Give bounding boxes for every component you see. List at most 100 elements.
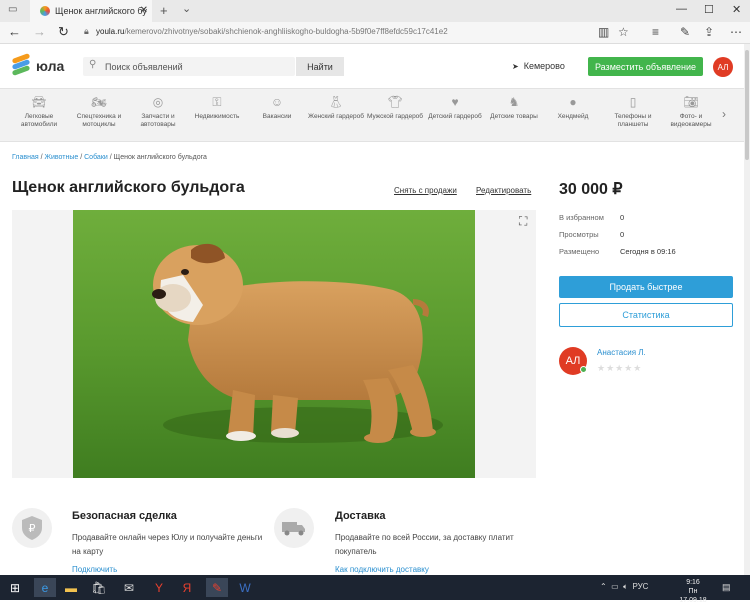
category-cameras[interactable]: 📷︎ Фото- и видеокамеры (662, 95, 720, 129)
svg-text:₽: ₽ (29, 522, 36, 535)
category-cars[interactable]: 🚘︎ Легковые автомобили (10, 95, 68, 129)
listing-photo[interactable] (73, 210, 475, 478)
category-label: Фото- и видеокамеры (670, 113, 712, 128)
safe-deal-link[interactable]: Подключить (72, 565, 117, 574)
file-explorer-icon[interactable]: ▬ (60, 578, 82, 597)
edge-icon[interactable]: e (34, 578, 56, 597)
posted-value: Сегодня в 09:16 (620, 247, 676, 256)
category-kids-clothes[interactable]: ♥ Детский гардероб (426, 95, 484, 121)
safe-deal-icon: ₽ (12, 508, 52, 548)
category-label: Детские товары (490, 113, 538, 120)
location-arrow-icon: ➤ (512, 62, 519, 71)
safe-deal-title: Безопасная сделка (72, 510, 177, 522)
taskbar: ⊞ e ▬ 🛍︎ ✉ Y Я ✎ W ⌃ ▭ 🔈︎ РУС 9:16 Пн 17.… (0, 575, 750, 604)
store-icon[interactable]: 🛍︎ (88, 578, 110, 597)
person-icon: ☺ (270, 95, 284, 109)
windows-start-icon[interactable]: ⊞ (4, 578, 26, 597)
city-selector[interactable]: ➤ Кемерово (512, 61, 565, 71)
rocking-horse-icon: ♞ (508, 95, 520, 109)
tab-list-icon[interactable]: ▭ (8, 4, 17, 15)
motorcycle-icon: 🏍︎ (91, 95, 107, 109)
minimize-icon[interactable]: — (676, 3, 687, 15)
system-tray: ⌃ ▭ 🔈︎ РУС (600, 582, 648, 592)
category-phones[interactable]: ▯ Телефоны и планшеты (604, 95, 662, 129)
favorite-star-icon[interactable]: ☆ (618, 25, 629, 39)
yandex-browser-icon[interactable]: Y (148, 578, 170, 597)
scrollbar-thumb[interactable] (745, 50, 749, 160)
listing-photo-frame (12, 210, 536, 478)
hub-icon[interactable]: ≡ (652, 25, 659, 39)
breadcrumb-dogs[interactable]: Собаки (84, 154, 108, 161)
delivery-link[interactable]: Как подключить доставку (335, 565, 429, 574)
breadcrumb-separator: / (80, 154, 83, 161)
category-label: Детский гардероб (428, 113, 482, 120)
search-input[interactable] (105, 59, 285, 74)
favorites-value: 0 (620, 213, 625, 222)
seller-name[interactable]: Анастасия Л. (597, 348, 646, 357)
category-handmade[interactable]: ● Хендмейд (544, 95, 602, 121)
browser-tab[interactable]: Щенок английского бу ✕ (30, 0, 152, 22)
notes-icon[interactable]: ✎ (680, 25, 690, 39)
close-tab-icon[interactable]: ✕ (140, 5, 148, 16)
category-women-clothes[interactable]: 👗︎ Женский гардероб (307, 95, 365, 121)
chevron-down-icon[interactable]: ⌄ (182, 2, 191, 15)
refresh-icon[interactable]: ↻ (58, 24, 69, 40)
statistics-button[interactable]: Статистика (559, 303, 733, 327)
delivery-title: Доставка (335, 510, 386, 522)
forward-icon[interactable]: → (33, 24, 46, 39)
key-icon: ⚿ (212, 95, 222, 109)
url-host: youla.ru (96, 27, 125, 36)
edit-link[interactable]: Редактировать (476, 186, 531, 195)
page-title: Щенок английского бульдога (12, 179, 245, 196)
input-language[interactable]: РУС (632, 582, 648, 591)
category-jobs[interactable]: ☺ Вакансии (248, 95, 306, 121)
close-window-icon[interactable]: ✕ (732, 3, 741, 16)
network-icon[interactable]: ▭ (611, 582, 619, 591)
fullscreen-icon[interactable]: ⛶ (519, 214, 527, 229)
category-parts[interactable]: ◎ Запчасти и автотовары (129, 95, 187, 129)
more-icon[interactable]: ⋯ (730, 25, 742, 39)
notifications-icon[interactable]: ▤ (722, 582, 731, 593)
seller-rating-stars: ★★★★★ (597, 363, 643, 373)
category-label: Недвижимость (194, 113, 240, 120)
category-kids-goods[interactable]: ♞ Детские товары (485, 95, 543, 121)
yarn-icon: ● (569, 95, 577, 109)
youla-logo-icon[interactable] (11, 53, 31, 76)
place-ad-button[interactable]: Разместить объявление (588, 57, 703, 76)
site-header: юла ⚲ Найти ➤ Кемерово Разместить объявл… (0, 44, 744, 88)
new-tab-icon[interactable]: + (160, 3, 168, 18)
address-bar: ← → ↻ 🔒︎ youla.ru/kemerovo/zhivotnye/sob… (0, 22, 750, 44)
sell-faster-button[interactable]: Продать быстрее (559, 276, 733, 298)
logo-text[interactable]: юла (36, 58, 64, 74)
share-icon[interactable]: ⇪ (704, 25, 714, 39)
category-label: Мужской гардероб (366, 113, 424, 120)
safe-deal-text: Продавайте онлайн через Юлу и получайте … (72, 533, 263, 556)
reading-view-icon[interactable]: ▥ (598, 25, 609, 39)
category-men-clothes[interactable]: 👕︎ Мужской гардероб (366, 95, 424, 121)
user-avatar[interactable]: АЛ (713, 57, 733, 77)
remove-from-sale-link[interactable]: Снять с продажи (394, 186, 457, 195)
back-icon[interactable]: ← (8, 24, 21, 39)
breadcrumb-home[interactable]: Главная (12, 154, 39, 161)
yandex-icon[interactable]: Я (176, 578, 198, 597)
wheel-icon: ◎ (152, 95, 164, 109)
breadcrumb-animals[interactable]: Животные (45, 154, 79, 161)
volume-icon[interactable]: 🔈︎ (623, 582, 628, 591)
clock-time: 9:16 (686, 579, 700, 586)
category-special-vehicles[interactable]: 🏍︎ Спецтехника и мотоциклы (70, 95, 128, 129)
url-field[interactable]: youla.ru/kemerovo/zhivotnye/sobaki/shchi… (96, 27, 448, 36)
mail-icon[interactable]: ✉ (118, 578, 140, 597)
search-button[interactable]: Найти (296, 57, 344, 76)
favorites-label: В избранном (559, 213, 604, 222)
chevron-right-icon[interactable]: › (722, 107, 726, 121)
word-icon[interactable]: W (234, 578, 256, 597)
online-status-dot (580, 366, 587, 373)
car-icon: 🚘︎ (31, 95, 47, 109)
category-real-estate[interactable]: ⚿ Недвижимость (188, 95, 246, 121)
tray-arrow-icon[interactable]: ⌃ (600, 582, 607, 591)
taskbar-clock[interactable]: 9:16 Пн 17.09.18 (676, 578, 710, 605)
maximize-icon[interactable]: ☐ (704, 3, 714, 16)
breadcrumb-separator: / (40, 154, 43, 161)
paint-app-icon[interactable]: ✎ (206, 578, 228, 597)
browser-tab-bar: ▭ Щенок английского бу ✕ + ⌄ — ☐ ✕ (0, 0, 750, 22)
